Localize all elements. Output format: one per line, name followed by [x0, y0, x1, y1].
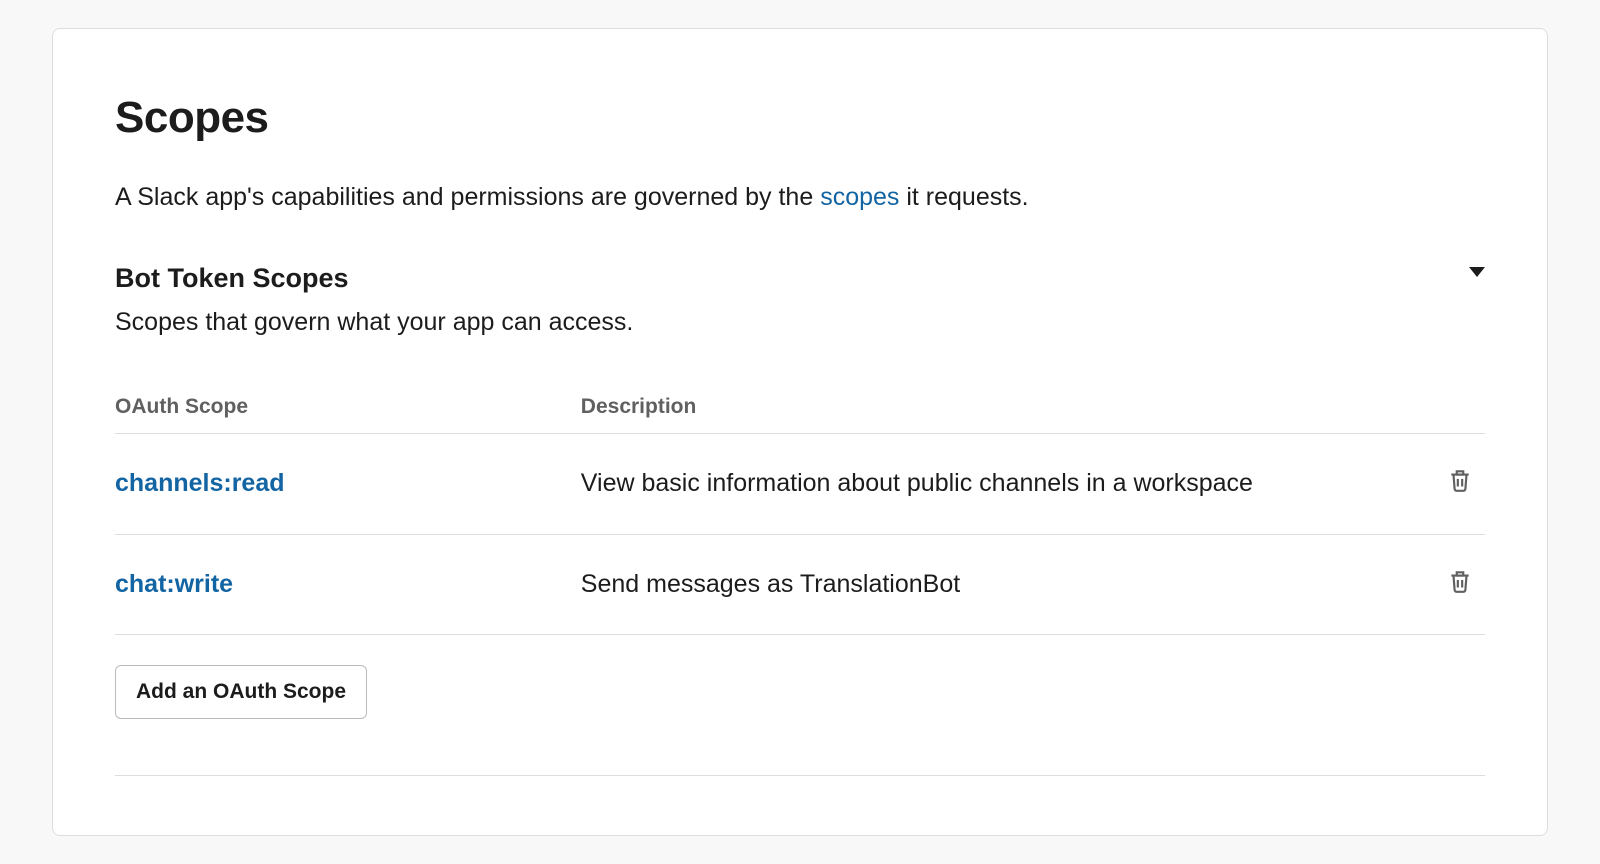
bot-scopes-header: Bot Token Scopes — [115, 263, 1485, 300]
scope-description: Send messages as TranslationBot — [581, 534, 1376, 635]
add-oauth-scope-button[interactable]: Add an OAuth Scope — [115, 665, 367, 719]
table-row: chat:write Send messages as TranslationB… — [115, 534, 1485, 635]
scope-link[interactable]: channels:read — [115, 469, 285, 497]
page-title: Scopes — [115, 93, 1485, 143]
intro-suffix: it requests. — [899, 183, 1028, 211]
scope-link[interactable]: chat:write — [115, 570, 233, 598]
trash-icon — [1447, 567, 1473, 595]
bot-scopes-subtitle: Scopes that govern what your app can acc… — [115, 308, 1485, 337]
column-header-description: Description — [581, 381, 1376, 434]
caret-down-icon[interactable] — [1469, 267, 1485, 277]
intro-prefix: A Slack app's capabilities and permissio… — [115, 183, 820, 211]
column-header-scope: OAuth Scope — [115, 381, 581, 434]
intro-text: A Slack app's capabilities and permissio… — [115, 179, 1485, 215]
delete-scope-button[interactable] — [1443, 563, 1477, 599]
bot-scopes-title: Bot Token Scopes — [115, 263, 349, 294]
scopes-card: Scopes A Slack app's capabilities and pe… — [52, 28, 1548, 836]
table-row: channels:read View basic information abo… — [115, 434, 1485, 535]
section-divider — [115, 775, 1485, 776]
delete-scope-button[interactable] — [1443, 462, 1477, 498]
scope-description: View basic information about public chan… — [581, 434, 1376, 535]
bot-scopes-table: OAuth Scope Description channels:read Vi… — [115, 381, 1485, 635]
scopes-link[interactable]: scopes — [820, 183, 899, 211]
trash-icon — [1447, 466, 1473, 494]
column-header-actions — [1375, 381, 1485, 434]
